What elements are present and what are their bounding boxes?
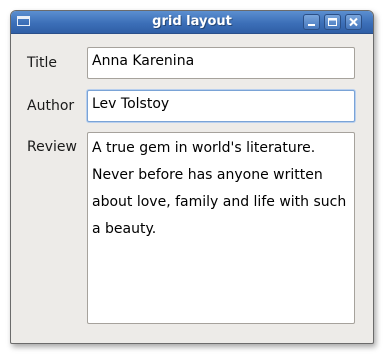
author-label: Author [27,98,75,114]
title-label: Title [27,55,58,71]
author-field[interactable]: Lev Tolstoy [87,90,355,122]
maximize-button[interactable] [324,14,341,30]
maximize-icon [328,18,337,26]
review-textarea[interactable]: A true gem in world's literature. Never … [87,132,355,324]
titlebar[interactable]: grid layout [11,11,373,34]
main-window: grid layout Title Anna Karenina Author L… [10,10,374,344]
title-field[interactable]: Anna Karenina [87,47,355,79]
close-icon [349,17,358,27]
minimize-icon [308,24,315,26]
close-button[interactable] [345,14,362,30]
minimize-button[interactable] [303,14,320,30]
review-label: Review [27,139,77,155]
